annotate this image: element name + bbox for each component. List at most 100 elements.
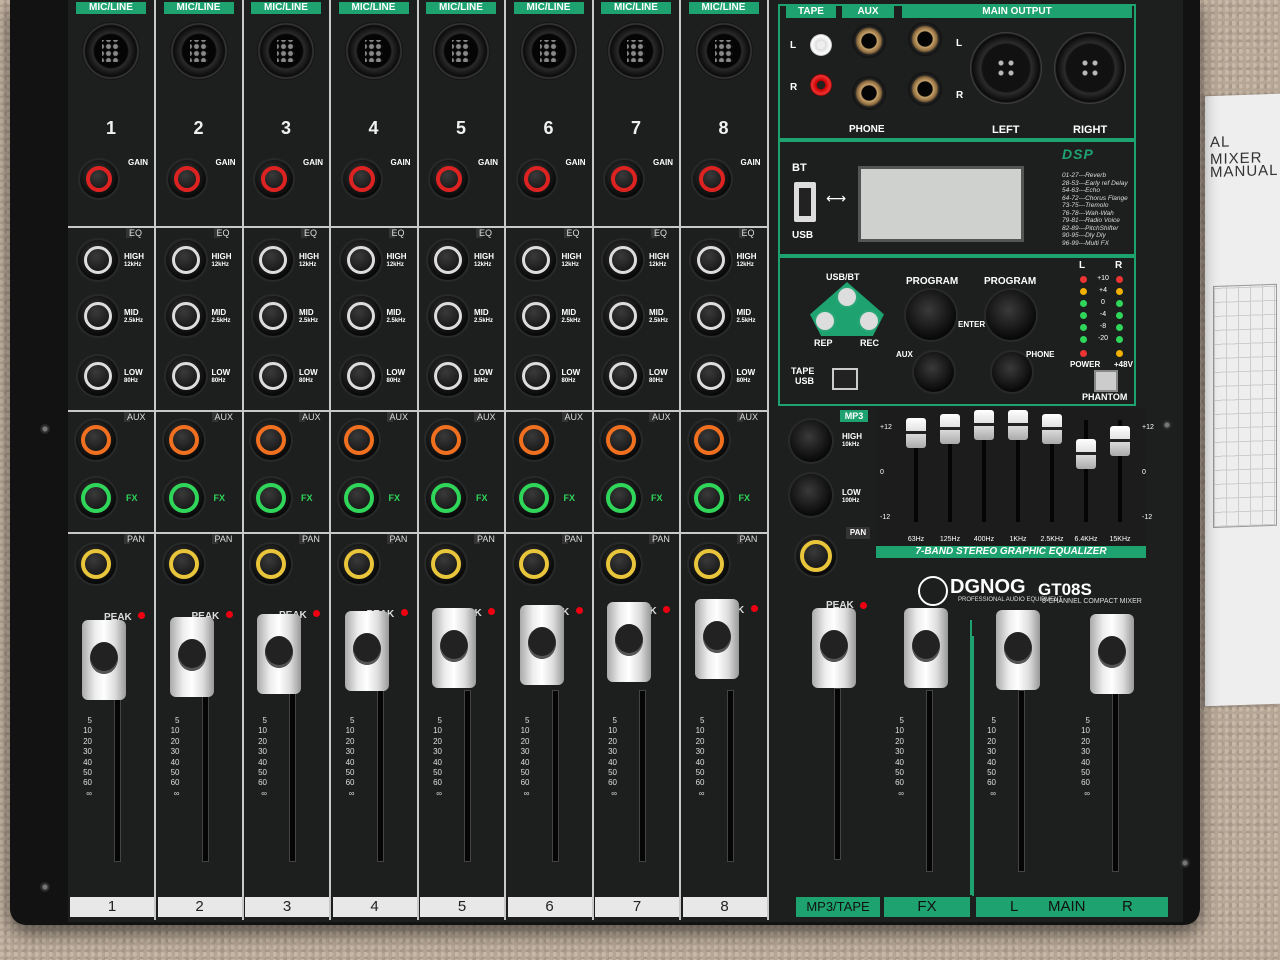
mp3-high-knob[interactable] [790, 420, 832, 462]
channel-footer-label: 5 [420, 897, 504, 917]
dsp-preset-item: 82-89---PitchShifter [1062, 224, 1119, 232]
geq-band-label: 63Hz [907, 536, 925, 543]
phantom-48v-label: +48V [1114, 360, 1133, 369]
aux-return-knob[interactable] [914, 352, 954, 392]
fader-track [289, 690, 296, 862]
mic-line-jack[interactable] [169, 22, 228, 80]
eq-high-label: HIGH [211, 252, 232, 261]
geq-band-label: 125Hz [939, 536, 961, 543]
mp3-fader-cap[interactable] [812, 608, 856, 688]
channel-fader-cap[interactable] [519, 605, 564, 685]
fx-send-ring [168, 483, 199, 513]
meter-led-right [1116, 324, 1123, 331]
mounting-screw [40, 424, 50, 434]
rec-button[interactable] [860, 312, 878, 330]
phone-jack[interactable] [852, 76, 886, 110]
dsp-preset-item: 79-81---Radio Voice [1062, 217, 1120, 224]
gain-label: GAIN [128, 158, 148, 167]
xlr-out-left[interactable] [970, 32, 1042, 104]
channel-fader-cap[interactable] [432, 608, 476, 688]
eq-low-label: LOW [561, 368, 581, 377]
geq-band-cap[interactable] [1110, 426, 1130, 457]
phantom-power-button[interactable] [1094, 370, 1118, 392]
scale-mark: ∞ [86, 788, 92, 798]
fader-scale: 5 10 20 30 40 50 60 ∞ [335, 716, 355, 799]
channel-number: 5 [455, 118, 466, 138]
program-knob-2[interactable] [986, 290, 1036, 340]
eq-low-ring [434, 362, 462, 390]
eq-high-freq: 12kHz [649, 262, 667, 268]
geq-band-cap[interactable] [1076, 438, 1096, 469]
channel-fader-cap[interactable] [694, 599, 739, 679]
main-out-jack-right[interactable] [908, 72, 942, 106]
fader-scale: 5 10 20 30 40 50 60 ∞ [685, 716, 705, 799]
geq-band-cap[interactable] [1042, 414, 1062, 445]
pan-tag: PAN [474, 534, 495, 544]
mic-line-jack[interactable] [607, 22, 665, 80]
tape-rca-right[interactable] [810, 74, 832, 96]
fader-scale: 5 10 20 30 40 50 60 ∞ [72, 716, 92, 799]
eq-low-label: LOW [474, 368, 493, 377]
brand-name: DGNOG [950, 576, 1026, 598]
play-button[interactable] [838, 288, 856, 306]
eq-mid-ring [521, 302, 550, 330]
channel-fader-cap[interactable] [344, 611, 389, 691]
aux-send-ring [168, 425, 199, 455]
gain-label: GAIN [303, 158, 323, 167]
aux-jack-top[interactable] [852, 24, 886, 58]
meter-level-label: -8 [1099, 323, 1107, 330]
mic-line-jack[interactable] [432, 22, 490, 80]
mic-line-jack[interactable] [694, 22, 753, 80]
main-out-jack-left[interactable] [908, 22, 942, 56]
eq-high-label: HIGH [561, 252, 582, 261]
tape-rca-left[interactable] [810, 34, 832, 56]
geq-band-cap[interactable] [1008, 410, 1028, 440]
mp3-high-freq: 10kHz [842, 442, 860, 448]
mic-line-jack[interactable] [519, 22, 578, 80]
tape-r-label: R [790, 82, 798, 93]
eq-high-ring [696, 246, 725, 274]
geq-band-cap[interactable] [906, 418, 926, 449]
eq-low-freq: 80Hz [211, 378, 226, 384]
scale-mark: 20 [433, 736, 442, 746]
main-right-fader-track [1112, 690, 1119, 872]
mic-line-jack[interactable] [257, 22, 315, 80]
geq-band-cap[interactable] [940, 414, 960, 445]
phantom-led [1116, 350, 1123, 357]
gain-ring [611, 166, 637, 192]
rep-button[interactable] [816, 312, 834, 330]
channel-footer-label: 6 [507, 897, 592, 917]
channel-number: 6 [543, 118, 554, 138]
main-left-fader-cap[interactable] [996, 610, 1040, 690]
mp3-low-knob[interactable] [790, 474, 832, 516]
scale-mark: 10 [258, 726, 267, 736]
channel-fader-cap[interactable] [607, 602, 651, 682]
tape-usb-switch[interactable] [832, 368, 858, 390]
eq-mid-label: MID [736, 308, 752, 317]
eq-high-freq: 12kHz [386, 262, 404, 268]
scale-mark: ∞ [436, 788, 442, 798]
program-knob-1[interactable] [906, 290, 956, 340]
phone-level-knob[interactable] [992, 352, 1032, 392]
peak-led [750, 605, 758, 612]
fx-label: FX [301, 493, 313, 503]
fx-fader-cap[interactable] [904, 608, 948, 688]
channel-fader-cap[interactable] [169, 617, 214, 697]
eq-tag: EQ [213, 228, 230, 238]
usb-port[interactable] [794, 182, 816, 222]
main-right-fader-cap[interactable] [1090, 614, 1134, 694]
mp3-pan-tag: PAN [846, 527, 870, 539]
channel-number: 4 [368, 118, 379, 138]
xlr-out-right[interactable] [1054, 32, 1126, 104]
eq-low-ring [346, 362, 375, 390]
eq-tag: EQ [126, 228, 142, 238]
channel-fader-cap[interactable] [257, 614, 301, 694]
mic-line-jack[interactable] [344, 22, 403, 80]
channel-fader-cap[interactable] [82, 620, 126, 700]
geq-band-cap[interactable] [974, 410, 994, 440]
scale-mark: 50 [987, 768, 996, 778]
mic-line-jack[interactable] [82, 22, 140, 80]
scale-mark: 40 [695, 757, 705, 767]
eq-tag: EQ [738, 228, 755, 238]
fx-send-ring [343, 483, 374, 513]
